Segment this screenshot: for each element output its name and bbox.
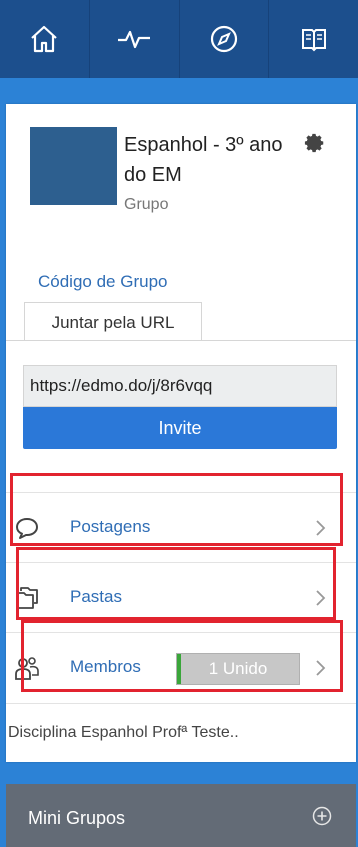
mini-groups-header[interactable]: Mini Grupos — [6, 784, 356, 847]
group-description: Disciplina Espanhol Profª Teste.. — [6, 703, 356, 762]
folders-label: Pastas — [70, 587, 122, 606]
nav-home[interactable] — [0, 0, 90, 78]
group-type-label: Grupo — [124, 196, 169, 213]
group-code-link[interactable]: Código de Grupo — [38, 272, 167, 292]
sidebar-item-folders[interactable]: Pastas — [6, 562, 356, 632]
mini-groups-label: Mini Grupos — [28, 808, 126, 828]
book-icon — [301, 29, 326, 52]
chevron-right-icon — [316, 660, 326, 676]
tab-divider — [6, 340, 356, 341]
group-avatar[interactable] — [30, 127, 117, 205]
home-icon — [31, 25, 58, 53]
group-title: Espanhol - 3º ano do EM — [124, 134, 283, 186]
nav-discover[interactable] — [180, 0, 270, 78]
activity-icon — [118, 30, 151, 49]
members-joined-text: 1 Unido — [208, 659, 268, 678]
folder-icon — [16, 587, 38, 609]
members-icon — [15, 657, 39, 680]
add-circle-icon[interactable] — [312, 806, 332, 826]
members-joined-badge: 1 Unido — [176, 653, 300, 685]
sidebar-item-members[interactable]: Membros 1 Unido — [6, 632, 356, 702]
nav-activity[interactable] — [90, 0, 180, 78]
chevron-right-icon — [316, 590, 326, 606]
top-navigation — [0, 0, 358, 78]
compass-icon — [210, 25, 237, 53]
speech-bubble-icon — [16, 518, 38, 539]
tab-join-by-url[interactable]: Juntar pela URL — [24, 302, 202, 341]
join-url-field[interactable] — [23, 365, 337, 407]
nav-library[interactable] — [269, 0, 358, 78]
gear-icon[interactable] — [304, 132, 326, 154]
members-label: Membros — [70, 657, 141, 676]
group-panel: Espanhol - 3º ano do EM Grupo Código de … — [6, 104, 356, 762]
invite-button[interactable]: Invite — [23, 407, 337, 449]
posts-label: Postagens — [70, 517, 151, 536]
chevron-right-icon — [316, 520, 326, 536]
sidebar-item-posts[interactable]: Postagens — [6, 492, 356, 562]
